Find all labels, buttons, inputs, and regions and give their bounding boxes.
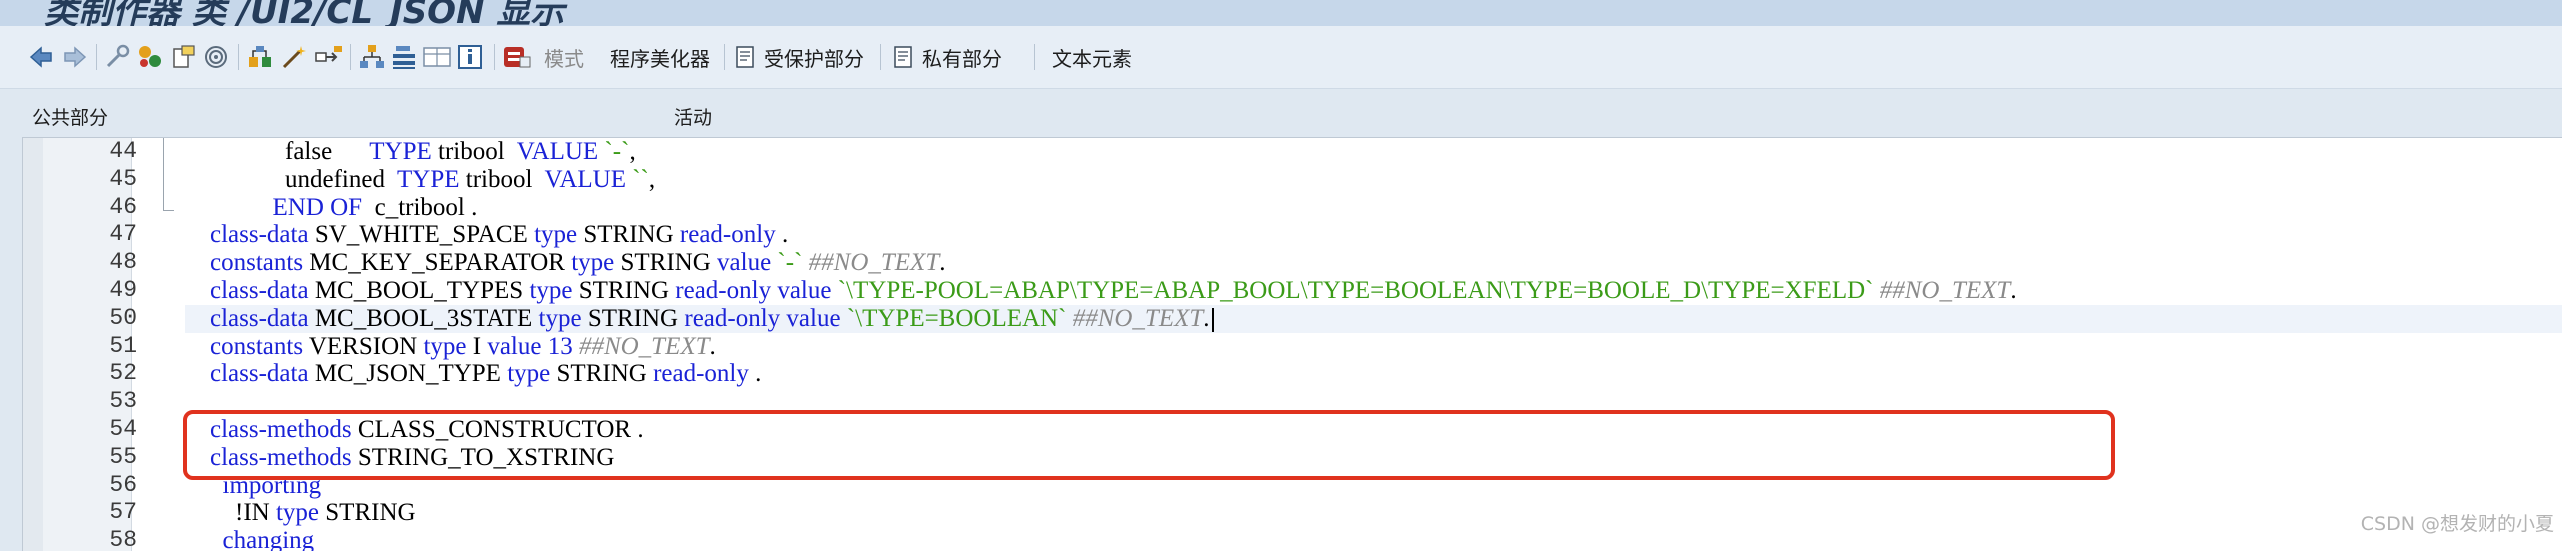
mode-label: 模式	[544, 46, 584, 71]
watermark: CSDN @想发财的小夏	[2360, 513, 2554, 535]
check-icon[interactable]	[202, 42, 230, 72]
tools-icon[interactable]	[104, 42, 132, 72]
code-line[interactable]: changing	[185, 527, 2562, 551]
line-number: 54	[109, 415, 137, 442]
protected-section-button[interactable]: 受保护部分	[734, 40, 864, 74]
list-icon[interactable]	[390, 42, 418, 72]
test-icon[interactable]	[502, 42, 532, 72]
line-number: 46	[109, 193, 137, 220]
code-editor[interactable]: 44 45 46 47 48 49 50 51 52 53 54 55 56 5…	[22, 137, 2562, 551]
window-title: 类制作器 类 /UI2/CL_JSON 显示	[44, 0, 565, 26]
application-toolbar: 模式 程序美化器 受保护部分 私有部分 文本元素	[0, 26, 2562, 89]
code-lines[interactable]: false TYPE tribool VALUE `-`, undefined …	[185, 138, 2562, 551]
inherit-icon[interactable]	[246, 42, 274, 72]
forward-arrow-icon[interactable]	[62, 42, 88, 72]
code-line[interactable]: undefined TYPE tribool VALUE ``,	[185, 166, 2562, 194]
tab-public-section[interactable]: 公共部分	[32, 103, 108, 130]
code-line[interactable]: class-data MC_BOOL_TYPES type STRING rea…	[185, 277, 2562, 305]
line-number: 53	[109, 388, 137, 415]
objects-icon[interactable]	[136, 42, 164, 72]
table-icon[interactable]	[422, 42, 452, 72]
line-number: 48	[109, 249, 137, 276]
back-arrow-icon[interactable]	[28, 42, 54, 72]
line-number: 49	[109, 276, 137, 303]
line-number: 52	[109, 360, 137, 387]
code-line[interactable]: constants VERSION type I value 13 ##NO_T…	[185, 333, 2562, 361]
text-cursor	[1211, 308, 1214, 333]
code-line[interactable]: class-data MC_JSON_TYPE type STRING read…	[185, 360, 2562, 388]
line-number: 57	[109, 499, 137, 526]
private-section-button[interactable]: 私有部分	[892, 40, 1002, 74]
switch-icon[interactable]	[170, 42, 198, 72]
line-number: 45	[109, 165, 137, 192]
code-line[interactable]: !IN type STRING	[185, 499, 2562, 527]
line-number: 44	[109, 138, 137, 164]
fold-marker[interactable]	[163, 138, 174, 211]
info-icon[interactable]	[456, 42, 484, 72]
code-line[interactable]: constants MC_KEY_SEPARATOR type STRING v…	[185, 249, 2562, 277]
line-number: 47	[109, 221, 137, 248]
line-number-gutter: 44 45 46 47 48 49 50 51 52 53 54 55 56 5…	[23, 138, 137, 551]
pretty-printer-label: 程序美化器	[610, 46, 710, 71]
hierarchy-icon[interactable]	[314, 42, 344, 72]
magic-wand-icon[interactable]	[280, 42, 308, 72]
code-line[interactable]: false TYPE tribool VALUE `-`,	[185, 138, 2562, 166]
text-elements-button[interactable]: 文本元素	[1052, 40, 1132, 74]
code-line[interactable]: class-data SV_WHITE_SPACE type STRING re…	[185, 221, 2562, 249]
private-section-label: 私有部分	[922, 46, 1002, 71]
text-elements-label: 文本元素	[1052, 46, 1132, 71]
document-icon	[892, 45, 916, 69]
status-label: 活动	[674, 107, 713, 129]
line-number: 58	[109, 527, 137, 551]
title-bar: 类制作器 类 /UI2/CL_JSON 显示	[0, 0, 2562, 26]
document-icon	[734, 45, 758, 69]
line-number: 56	[109, 471, 137, 498]
code-line[interactable]: END OF c_tribool .	[185, 194, 2562, 222]
mode-button[interactable]: 模式	[544, 40, 584, 74]
protected-section-label: 受保护部分	[764, 46, 864, 71]
line-number: 50	[109, 304, 137, 331]
tree-icon[interactable]	[358, 42, 386, 72]
highlight-box	[183, 410, 2115, 480]
section-tabs: 公共部分 活动	[0, 89, 2562, 137]
line-number: 55	[109, 443, 137, 470]
line-number: 51	[109, 332, 137, 359]
code-line-current[interactable]: class-data MC_BOOL_3STATE type STRING re…	[185, 304, 2562, 333]
pretty-printer-button[interactable]: 程序美化器	[610, 40, 710, 74]
